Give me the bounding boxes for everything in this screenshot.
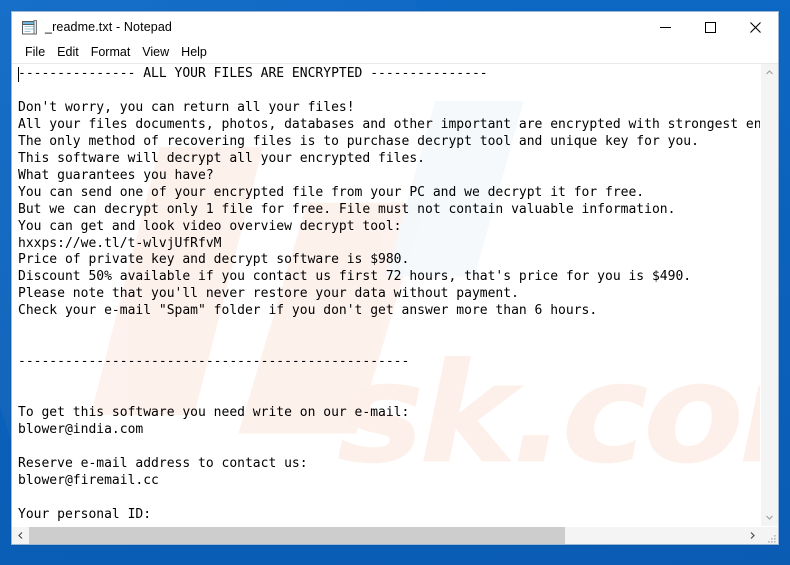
close-button[interactable] <box>733 12 778 42</box>
menu-item-edit[interactable]: Edit <box>51 44 85 61</box>
close-icon <box>750 21 761 33</box>
editor-region: sk.com --------------- ALL YOUR FILES AR… <box>12 63 778 544</box>
vertical-scrollbar[interactable] <box>760 64 778 526</box>
text-area[interactable]: sk.com --------------- ALL YOUR FILES AR… <box>12 64 760 526</box>
desktop-background: _readme.txt - Notepad File Edit Format V… <box>0 0 790 565</box>
scroll-up-button[interactable] <box>761 64 778 81</box>
notepad-window: _readme.txt - Notepad File Edit Format V… <box>11 11 779 545</box>
editor-row: sk.com --------------- ALL YOUR FILES AR… <box>12 64 778 526</box>
chevron-down-icon <box>766 515 773 520</box>
title-bar[interactable]: _readme.txt - Notepad <box>12 12 778 42</box>
scroll-right-button[interactable] <box>744 527 761 544</box>
window-title: _readme.txt - Notepad <box>45 20 172 34</box>
scroll-left-button[interactable] <box>12 527 29 544</box>
scroll-down-button[interactable] <box>761 509 778 526</box>
horizontal-scrollbar[interactable] <box>12 526 778 544</box>
menu-item-view[interactable]: View <box>136 44 175 61</box>
notepad-icon <box>22 19 37 34</box>
resize-grip-icon <box>768 535 776 543</box>
menu-item-file[interactable]: File <box>19 44 51 61</box>
text-caret <box>18 67 19 82</box>
horizontal-scrollbar-thumb[interactable] <box>29 527 566 544</box>
window-controls <box>643 12 778 42</box>
horizontal-scrollbar-track[interactable] <box>29 527 744 544</box>
resize-grip[interactable] <box>761 527 778 544</box>
minimize-icon <box>660 26 671 28</box>
chevron-right-icon <box>750 532 755 539</box>
menu-bar: File Edit Format View Help <box>12 42 778 63</box>
maximize-icon <box>705 21 716 33</box>
minimize-button[interactable] <box>643 12 688 42</box>
chevron-left-icon <box>18 532 23 539</box>
menu-item-help[interactable]: Help <box>175 44 213 61</box>
vertical-scrollbar-track[interactable] <box>761 81 778 509</box>
maximize-button[interactable] <box>688 12 733 42</box>
menu-item-format[interactable]: Format <box>85 44 137 61</box>
ransom-note-text: --------------- ALL YOUR FILES ARE ENCRY… <box>18 66 760 526</box>
chevron-up-icon <box>766 70 773 75</box>
